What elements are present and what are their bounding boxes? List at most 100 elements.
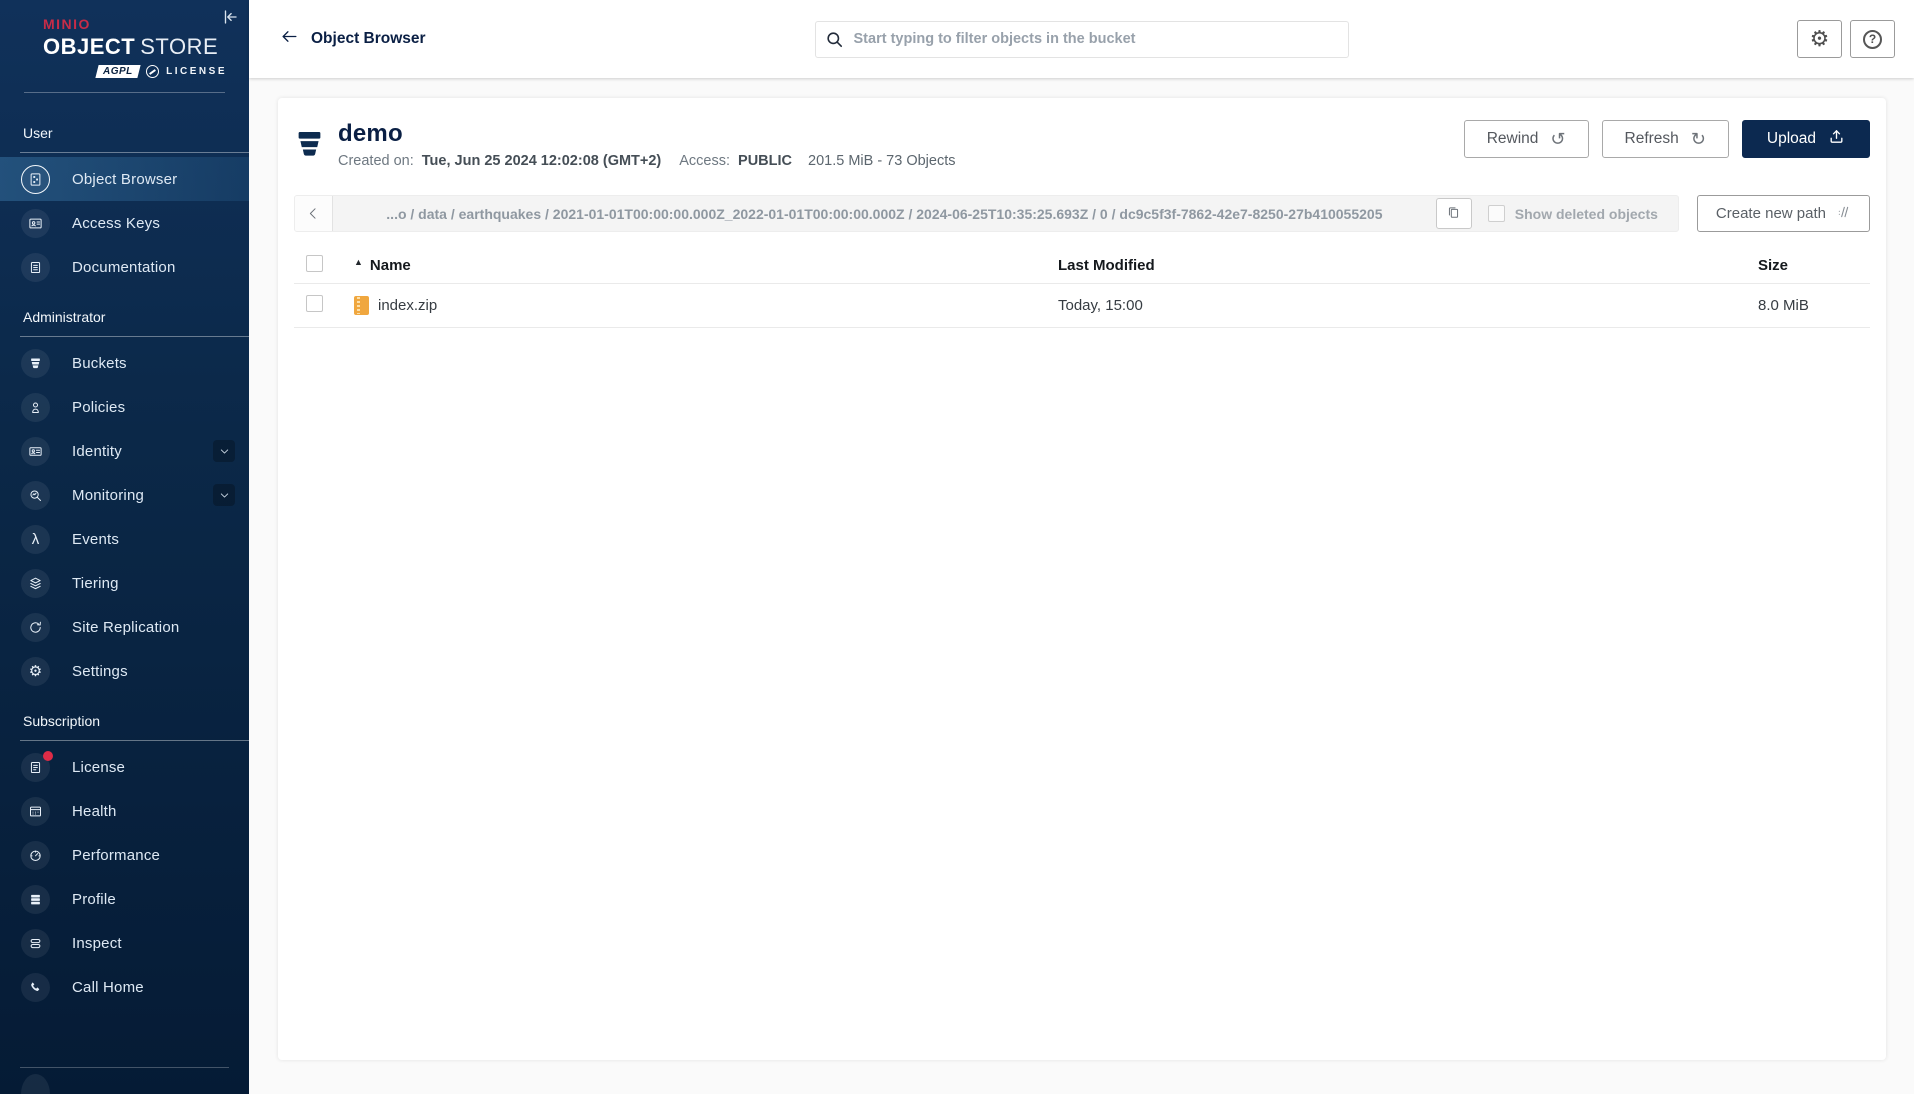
refresh-button[interactable]: Refresh ↻	[1601, 120, 1729, 158]
access-label: Access:	[679, 153, 731, 169]
sidebar-item-label: License	[72, 758, 126, 776]
divider	[20, 336, 249, 337]
breadcrumb: ...o / data / earthquakes / 2021-01-01T0…	[294, 195, 1679, 232]
access-keys-icon	[21, 208, 50, 238]
rewind-button[interactable]: Rewind ↺	[1463, 120, 1589, 158]
path-back-button[interactable]	[295, 196, 333, 231]
sidebar-item-label: Policies	[72, 398, 126, 416]
sidebar-section-label: Subscription	[23, 713, 101, 729]
breadcrumb-path[interactable]: ...o / data / earthquakes / 2021-01-01T0…	[333, 206, 1436, 222]
sidebar-item-partial-icon	[21, 1074, 50, 1094]
sidebar-item-profile[interactable]: Profile	[0, 877, 249, 921]
site-replication-icon	[21, 612, 50, 642]
object-last-modified: Today, 15:00	[1058, 297, 1143, 314]
sidebar-item-health[interactable]: Health	[0, 789, 249, 833]
column-size[interactable]: Size	[1758, 257, 1870, 274]
object-name[interactable]: index.zip	[378, 297, 437, 314]
sidebar-item-label: Site Replication	[72, 618, 180, 636]
sidebar-item-call-home[interactable]: Call Home	[0, 965, 249, 1009]
topbar: Object Browser ⚙ ?	[249, 0, 1914, 78]
divider	[20, 1067, 229, 1068]
path-row: ...o / data / earthquakes / 2021-01-01T0…	[294, 195, 1870, 232]
sidebar-item-label: Tiering	[72, 574, 119, 592]
back-nav[interactable]: Object Browser	[280, 27, 426, 51]
sidebar-item-label: Settings	[72, 662, 128, 680]
sidebar-item-policies[interactable]: Policies	[0, 385, 249, 429]
show-deleted-label: Show deleted objects	[1514, 205, 1658, 222]
sidebar-item-buckets[interactable]: Buckets	[0, 341, 249, 385]
settings-button[interactable]: ⚙	[1797, 20, 1842, 58]
bucket-header: demo Created on: Tue, Jun 25 2024 12:02:…	[294, 120, 1870, 169]
back-arrow-icon[interactable]	[280, 27, 299, 51]
table-body: index.zip Today, 15:00 8.0 MiB	[294, 284, 1870, 328]
sidebar-item-license[interactable]: License	[0, 745, 249, 789]
bucket-title: demo	[338, 120, 403, 147]
sidebar-item-label: Performance	[72, 846, 161, 864]
copy-icon	[1446, 205, 1461, 223]
sidebar-item-label: Events	[72, 530, 120, 548]
sidebar-item-identity[interactable]: Identity	[0, 429, 249, 473]
objects-table: ▲ Name Last Modified Size index.zip Today…	[294, 248, 1870, 328]
gear-icon: ⚙	[1809, 26, 1830, 51]
divider	[20, 740, 249, 741]
bucket-icon	[295, 126, 324, 161]
rewind-icon: ↺	[1550, 129, 1566, 149]
sidebar-item-tiering[interactable]: Tiering	[0, 561, 249, 605]
table-header: ▲ Name Last Modified Size	[294, 248, 1870, 284]
notification-dot	[43, 750, 53, 761]
sidebar-item-monitoring[interactable]: Monitoring	[0, 473, 249, 517]
upload-icon	[1828, 128, 1845, 150]
sidebar-item-documentation[interactable]: Documentation	[0, 245, 249, 289]
identity-icon	[21, 436, 50, 466]
sidebar-item-object-browser[interactable]: Object Browser	[0, 157, 249, 201]
bucket-card: demo Created on: Tue, Jun 25 2024 12:02:…	[278, 98, 1886, 1060]
bucket-actions: Rewind ↺ Refresh ↻ Upload	[1463, 120, 1870, 158]
table-row[interactable]: index.zip Today, 15:00 8.0 MiB	[294, 284, 1870, 328]
monitoring-icon	[21, 480, 50, 510]
object-browser-icon	[21, 164, 50, 194]
brand-logo: MINIO OBJECT STORE AGPL LICENSE	[0, 0, 249, 78]
column-name[interactable]: ▲ Name	[340, 257, 1058, 275]
sidebar: MINIO OBJECT STORE AGPL LICENSE User Objec…	[0, 0, 249, 1094]
column-last-modified[interactable]: Last Modified	[1058, 257, 1758, 274]
bucket-usage: 201.5 MiB - 73 Objects	[808, 153, 956, 169]
policies-icon	[21, 392, 50, 422]
create-new-path-button[interactable]: Create new path	[1696, 195, 1870, 232]
bucket-subline: Created on: Tue, Jun 25 2024 12:02:08 (G…	[338, 153, 956, 169]
sidebar-section-label: Administrator	[23, 309, 106, 325]
product-wordmark: OBJECT STORE	[43, 34, 219, 59]
sidebar-item-site-replication[interactable]: Site Replication	[0, 605, 249, 649]
row-checkbox[interactable]	[306, 294, 323, 312]
show-deleted-checkbox[interactable]	[1487, 205, 1505, 222]
sidebar-item-performance[interactable]: Performance	[0, 833, 249, 877]
search-input[interactable]	[814, 20, 1349, 58]
question-icon: ?	[1863, 29, 1882, 49]
sidebar-item-label: Documentation	[72, 258, 176, 276]
help-button[interactable]: ?	[1850, 20, 1895, 58]
select-all-checkbox[interactable]	[306, 254, 323, 272]
access-value: PUBLIC	[738, 153, 793, 169]
chevron-down-icon[interactable]	[213, 484, 235, 506]
chevron-down-icon[interactable]	[213, 440, 235, 462]
sidebar-item-access-keys[interactable]: Access Keys	[0, 201, 249, 245]
profile-icon	[21, 884, 50, 914]
sidebar-item-label: Monitoring	[72, 486, 145, 504]
created-value: Tue, Jun 25 2024 12:02:08 (GMT+2)	[421, 153, 662, 169]
path-icon	[1835, 204, 1851, 224]
topbar-actions: ⚙ ?	[1797, 20, 1895, 58]
agpl-v3-icon	[146, 65, 160, 78]
collapse-sidebar-icon[interactable]	[221, 8, 241, 28]
show-deleted-toggle[interactable]: Show deleted objects	[1487, 205, 1658, 222]
sidebar-bottom	[0, 1067, 249, 1094]
minio-wordmark: MINIO	[43, 16, 91, 32]
sidebar-item-events[interactable]: λ Events	[0, 517, 249, 561]
sidebar-item-label: Buckets	[72, 354, 127, 372]
copy-path-button[interactable]	[1435, 198, 1472, 229]
created-label: Created on:	[338, 153, 414, 169]
upload-button[interactable]: Upload	[1741, 120, 1870, 158]
sidebar-nav: User Object Browser Access Keys Documentati…	[0, 93, 249, 1067]
sidebar-item-settings[interactable]: ⚙ Settings	[0, 649, 249, 693]
search-bar	[814, 20, 1349, 58]
sidebar-item-inspect[interactable]: Inspect	[0, 921, 249, 965]
sidebar-item-label: Call Home	[72, 978, 144, 996]
